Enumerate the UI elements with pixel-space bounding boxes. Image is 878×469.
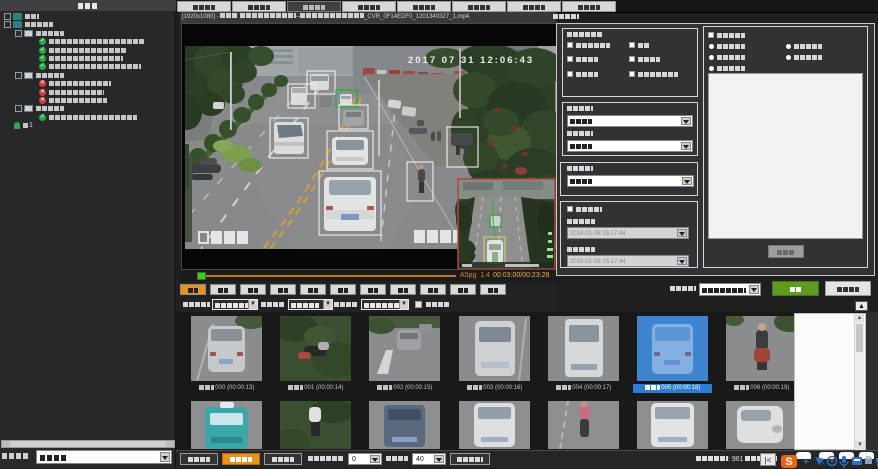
svg-text:+: +: [803, 457, 809, 468]
svg-text:2017 07 31 12:06:43: 2017 07 31 12:06:43: [408, 55, 534, 66]
svg-text:S: S: [785, 456, 792, 468]
